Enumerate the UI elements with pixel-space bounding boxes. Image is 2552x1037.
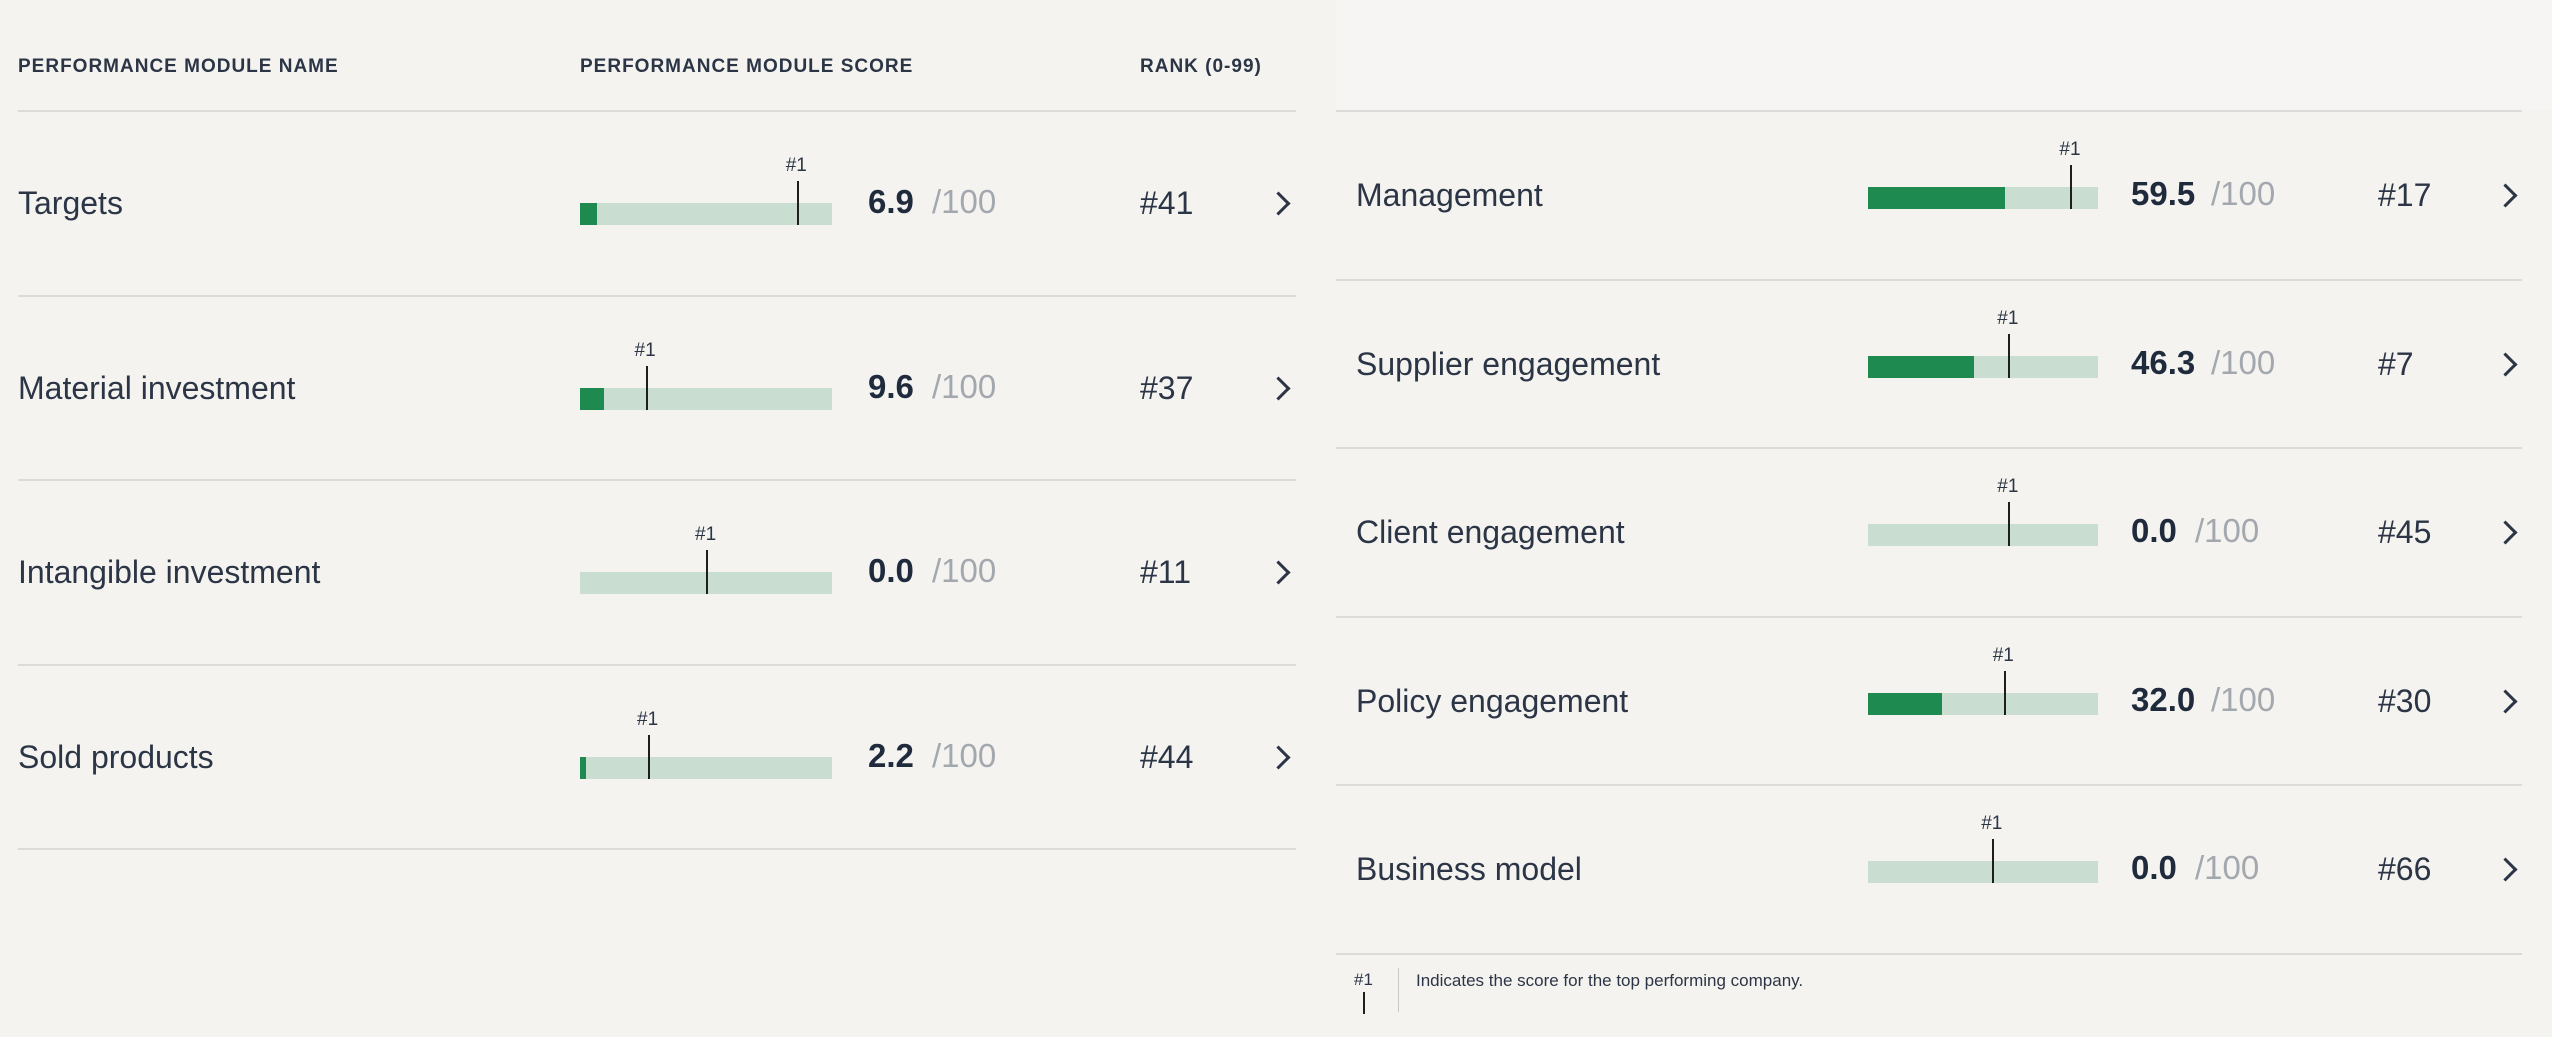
module-score-max: /100 [2211, 175, 2276, 213]
module-name: Management [1356, 177, 1543, 214]
top-score-marker [1992, 839, 1995, 884]
module-score-max: /100 [2211, 680, 2276, 718]
header-module-name: PERFORMANCE MODULE NAME [18, 56, 339, 77]
top-score-marker-label: #1 [637, 708, 659, 730]
module-score-max: /100 [2211, 343, 2276, 381]
score-bar-track [580, 203, 832, 226]
module-score: 59.5 [2131, 175, 2196, 213]
module-score-max: /100 [2195, 512, 2260, 550]
module-score: 6.9 [868, 183, 914, 221]
score-bar [1868, 355, 2098, 378]
module-rank: #66 [2378, 851, 2432, 888]
header-module-score: PERFORMANCE MODULE SCORE [580, 56, 914, 77]
score-bar [580, 756, 832, 779]
top-score-marker-label: #1 [695, 524, 717, 546]
module-score-max: /100 [932, 367, 997, 405]
score-bar-track [1868, 861, 2098, 884]
module-score-max: /100 [2195, 849, 2260, 887]
module-rank: #41 [1140, 185, 1194, 222]
right-panel-top [1336, 0, 2552, 110]
score-bar-track [1868, 524, 2098, 547]
score-bar [580, 203, 832, 226]
legend-text: Indicates the score for the top performi… [1416, 971, 1804, 990]
score-bar [1868, 692, 2098, 715]
module-rank: #44 [1140, 738, 1194, 775]
row-divider [18, 848, 1296, 850]
legend-marker-label: #1 [1354, 970, 1373, 989]
module-name: Targets [18, 185, 123, 222]
score-bar [1868, 187, 2098, 210]
top-score-marker [2070, 165, 2073, 210]
top-score-marker-label: #1 [2059, 139, 2081, 161]
module-rank: #30 [2378, 682, 2432, 719]
score-bar [1868, 524, 2098, 547]
module-score: 46.3 [2131, 343, 2196, 381]
module-rank: #7 [2378, 345, 2414, 382]
module-name: Sold products [18, 738, 214, 775]
score-bar-fill [580, 203, 598, 226]
score-bar-fill [1868, 692, 1942, 715]
top-score-marker-label: #1 [785, 155, 807, 177]
score-bar-fill [1868, 187, 2005, 210]
module-name: Client engagement [1356, 514, 1625, 551]
module-score-max: /100 [932, 736, 997, 774]
top-score-marker [706, 550, 708, 595]
score-bar-fill [580, 387, 605, 410]
module-name: Business model [1356, 851, 1582, 888]
score-bar [1868, 861, 2098, 884]
module-name: Policy engagement [1356, 682, 1629, 719]
row-divider [1336, 952, 2522, 955]
top-score-marker [2008, 502, 2011, 547]
legend-marker [1363, 992, 1365, 1014]
module-name: Supplier engagement [1356, 345, 1661, 382]
top-score-marker [2008, 333, 2011, 378]
module-score: 9.6 [868, 367, 914, 405]
top-score-marker-label: #1 [1997, 307, 2019, 329]
score-bar-track [580, 756, 832, 779]
score-bar-track [580, 387, 832, 410]
module-rank: #37 [1140, 369, 1194, 406]
score-bar-fill [580, 756, 586, 779]
module-score: 32.0 [2131, 680, 2196, 718]
module-name: Intangible investment [18, 554, 321, 591]
top-score-marker [796, 181, 799, 226]
module-score: 0.0 [868, 552, 914, 590]
module-score-max: /100 [932, 183, 997, 221]
legend-separator [1398, 968, 1399, 1012]
top-score-marker-label: #1 [634, 339, 656, 361]
module-rank: #17 [2378, 177, 2432, 214]
top-score-marker [2003, 670, 2006, 715]
module-rank: #45 [2378, 514, 2432, 551]
module-score-max: /100 [932, 552, 997, 590]
header-rank: RANK (0-99) [1140, 56, 1262, 77]
module-score: 0.0 [2131, 512, 2177, 550]
module-score: 0.0 [2131, 849, 2177, 887]
top-score-marker-label: #1 [1981, 813, 2003, 835]
score-bar-fill [1868, 355, 1975, 378]
module-name: Material investment [18, 369, 296, 406]
score-bar [580, 387, 832, 410]
module-score: 2.2 [868, 736, 914, 774]
module-rank: #11 [1140, 554, 1192, 591]
top-score-marker-label: #1 [1992, 644, 2014, 666]
top-score-marker-label: #1 [1997, 476, 2019, 498]
top-score-marker [645, 365, 648, 410]
top-score-marker [648, 734, 651, 779]
